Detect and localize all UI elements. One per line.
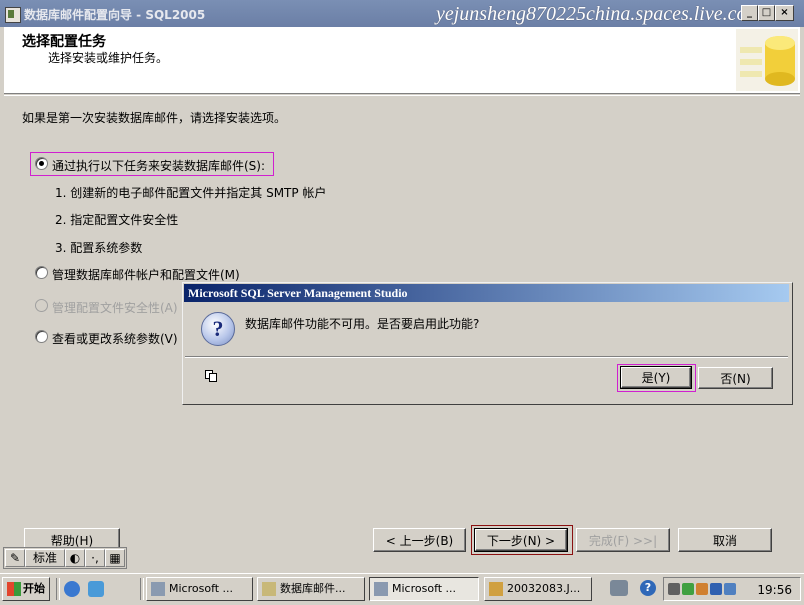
header-divider bbox=[4, 95, 800, 96]
help-icon[interactable]: ? bbox=[640, 580, 656, 596]
window-title: 数据库邮件配置向导 - SQL2005 bbox=[24, 8, 206, 22]
system-tray: 19:56 bbox=[663, 577, 801, 601]
punctuation-icon[interactable]: ·, bbox=[85, 549, 105, 567]
window-title-bar[interactable]: 数据库邮件配置向导 - SQL2005 yejunsheng870225chin… bbox=[0, 0, 804, 27]
wizard-icon bbox=[262, 582, 276, 596]
task-button-ssms-active[interactable]: Microsoft ... bbox=[369, 577, 479, 601]
cancel-button[interactable]: 取消 bbox=[678, 528, 772, 552]
task-button-db-mail[interactable]: 数据库邮件... bbox=[257, 577, 365, 601]
dialog-title-bar[interactable]: Microsoft SQL Server Management Studio bbox=[184, 284, 789, 302]
intro-text: 如果是第一次安装数据库邮件，请选择安装选项。 bbox=[22, 111, 287, 125]
task-button-ssms[interactable]: Microsoft ... bbox=[146, 577, 253, 601]
task-label: Microsoft ... bbox=[392, 582, 457, 595]
wizard-header: 选择配置任务 选择安装或维护任务。 bbox=[4, 27, 800, 94]
minimize-button[interactable]: _ bbox=[741, 5, 758, 21]
database-header-icon bbox=[736, 29, 798, 91]
finish-button: 完成(F) >>| bbox=[576, 528, 670, 552]
ime-toolbar[interactable]: ✎ 标准 ◐ ·, ▦ bbox=[3, 547, 127, 569]
option-label-manage-accounts[interactable]: 管理数据库邮件帐户和配置文件(M) bbox=[52, 266, 240, 283]
clock[interactable]: 19:56 bbox=[757, 583, 792, 597]
radio-profile-security bbox=[35, 299, 48, 312]
display-icon[interactable] bbox=[710, 583, 722, 595]
volume-icon[interactable] bbox=[682, 583, 694, 595]
page-subtitle: 选择安装或维护任务。 bbox=[48, 51, 169, 65]
step-item-1: 1. 创建新的电子邮件配置文件并指定其 SMTP 帐户 bbox=[55, 186, 327, 200]
task-button-image[interactable]: 20032083.J... bbox=[484, 577, 592, 601]
task-divider bbox=[140, 578, 144, 600]
taskbar: 开始 Microsoft ... 数据库邮件... Microsoft ... … bbox=[0, 573, 804, 605]
start-button[interactable]: 开始 bbox=[2, 577, 50, 601]
windows-logo-icon bbox=[7, 582, 21, 596]
task-label: 数据库邮件... bbox=[280, 582, 346, 595]
dialog-divider bbox=[185, 356, 788, 358]
soft-keyboard-icon[interactable]: ▦ bbox=[105, 549, 125, 567]
option-label-install[interactable]: 通过执行以下任务来安装数据库邮件(S): bbox=[52, 157, 265, 174]
image-viewer-icon bbox=[489, 582, 503, 596]
page-title: 选择配置任务 bbox=[22, 34, 106, 50]
half-width-icon[interactable]: ◐ bbox=[65, 549, 85, 567]
radio-manage-accounts[interactable] bbox=[35, 266, 48, 279]
radio-install-option[interactable] bbox=[35, 157, 48, 170]
no-button[interactable]: 否(N) bbox=[698, 367, 773, 389]
copy-icon[interactable] bbox=[205, 370, 217, 382]
dialog-message: 数据库邮件功能不可用。是否要启用此功能? bbox=[245, 317, 480, 331]
start-label: 开始 bbox=[23, 582, 45, 595]
ssms-icon bbox=[151, 582, 165, 596]
maximize-button[interactable]: □ bbox=[758, 5, 775, 21]
quick-launch-divider bbox=[56, 578, 60, 600]
ime-logo-icon[interactable]: ✎ bbox=[5, 549, 25, 567]
close-button[interactable]: × bbox=[775, 5, 794, 21]
next-button[interactable]: 下一步(N) > bbox=[474, 528, 568, 552]
task-label: 20032083.J... bbox=[507, 582, 581, 595]
outlook-icon[interactable] bbox=[88, 581, 104, 597]
yes-button[interactable]: 是(Y) bbox=[620, 366, 692, 389]
dialog-title: Microsoft SQL Server Management Studio bbox=[188, 286, 408, 300]
watermark-text: yejunsheng870225china.spaces.live.com bbox=[436, 3, 761, 25]
back-button[interactable]: < 上一步(B) bbox=[373, 528, 466, 552]
radio-system-params[interactable] bbox=[35, 330, 48, 343]
option-label-profile-security: 管理配置文件安全性(A) bbox=[52, 301, 178, 315]
option-label-system-params[interactable]: 查看或更改系统参数(V) bbox=[52, 330, 178, 347]
network-icon[interactable] bbox=[668, 583, 680, 595]
question-icon: ? bbox=[201, 312, 235, 346]
app-icon bbox=[5, 7, 21, 23]
ime-mode[interactable]: 标准 bbox=[25, 549, 65, 567]
task-label: Microsoft ... bbox=[169, 582, 234, 595]
step-item-3: 3. 配置系统参数 bbox=[55, 241, 143, 255]
disk-icon[interactable] bbox=[610, 580, 628, 596]
antivirus-icon[interactable] bbox=[696, 583, 708, 595]
step-item-2: 2. 指定配置文件安全性 bbox=[55, 213, 179, 227]
lan-icon[interactable] bbox=[724, 583, 736, 595]
ssms-icon bbox=[374, 582, 388, 596]
ie-icon[interactable] bbox=[64, 581, 80, 597]
